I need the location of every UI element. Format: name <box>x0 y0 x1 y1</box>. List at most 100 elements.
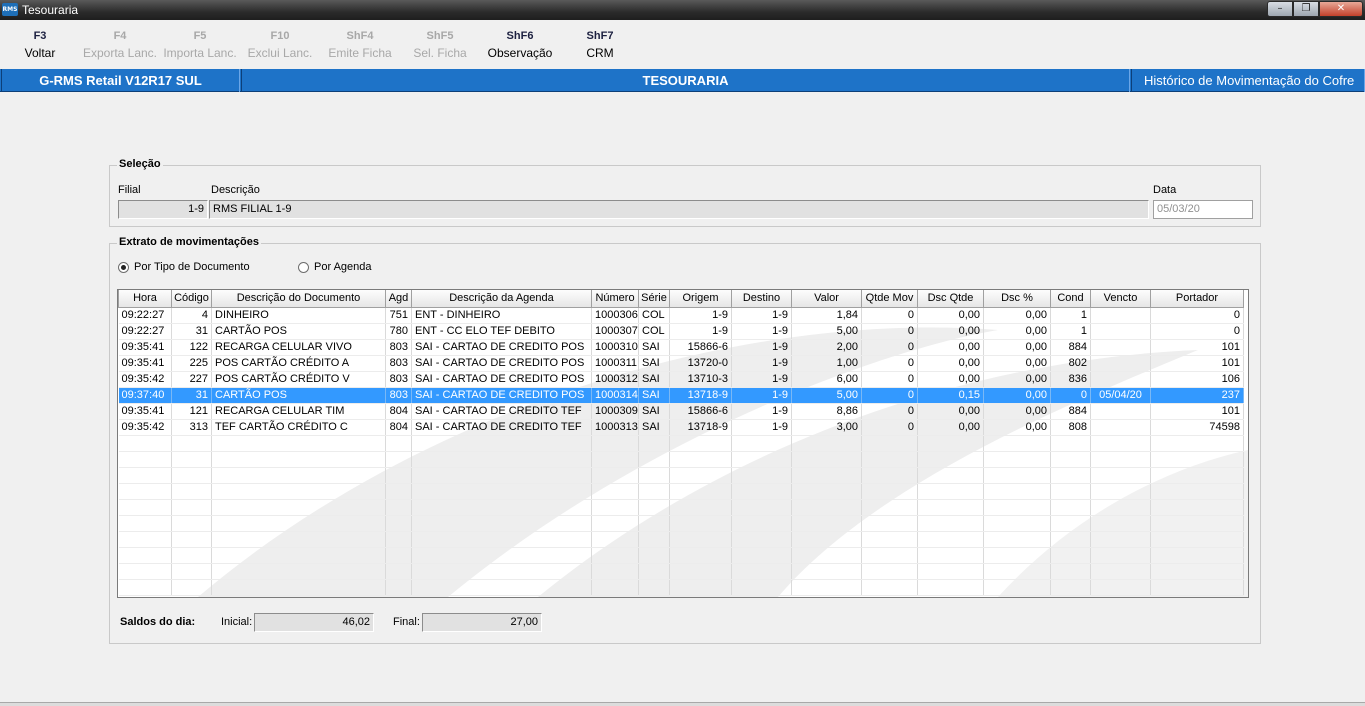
empty-cell <box>591 563 639 580</box>
maximize-button[interactable]: ❐ <box>1293 1 1319 17</box>
empty-cell <box>983 467 1051 484</box>
table-cell: 0 <box>1150 323 1244 340</box>
table-cell: SAI - CARTAO DE CREDITO TEF <box>411 403 592 420</box>
empty-cell <box>669 435 732 452</box>
table-cell: 101 <box>1150 355 1244 372</box>
table-cell: 1000307 <box>591 323 639 340</box>
table-cell: 106 <box>1150 371 1244 388</box>
data-field[interactable]: 05/03/20 <box>1153 200 1253 219</box>
empty-cell <box>638 531 670 548</box>
empty-cell <box>917 467 984 484</box>
table-row[interactable]: 09:35:41 225 POS CARTÃO CRÉDITO A 803 SAI - … <box>118 355 1244 372</box>
empty-cell <box>638 547 670 564</box>
table-row[interactable]: 09:22:27 31 CARTÃO POS 780 ENT - CC ELO TEF … <box>118 323 1244 340</box>
column-header[interactable]: Hora <box>118 290 172 308</box>
table-cell: 225 <box>171 355 212 372</box>
empty-cell <box>917 563 984 580</box>
empty-cell <box>669 531 732 548</box>
empty-cell <box>638 483 670 500</box>
column-header[interactable]: Número <box>591 290 639 308</box>
empty-cell <box>1050 435 1091 452</box>
fkey-f10-button[interactable]: F10 Exclui Lanc. <box>240 28 320 68</box>
table-row[interactable]: 09:35:41 122 RECARGA CELULAR VIVO 803 SAI - … <box>118 339 1244 356</box>
saldo-inicial-field[interactable]: 46,02 <box>254 613 374 632</box>
radio-por-agenda[interactable]: Por Agenda <box>298 261 372 273</box>
empty-cell <box>861 499 918 516</box>
fkey-shf4-button[interactable]: ShF4 Emite Ficha <box>320 28 400 68</box>
column-header[interactable]: Qtde Mov <box>861 290 918 308</box>
minimize-button[interactable]: – <box>1267 1 1293 17</box>
column-header[interactable]: Origem <box>669 290 732 308</box>
table-cell: 1000311 <box>591 355 639 372</box>
table-row[interactable]: 09:35:41 121 RECARGA CELULAR TIM 804 SAI - C… <box>118 403 1244 420</box>
empty-cell <box>211 531 386 548</box>
saldo-final-field[interactable]: 27,00 <box>422 613 542 632</box>
empty-cell <box>211 435 386 452</box>
fkey-f4-button[interactable]: F4 Exporta Lanc. <box>80 28 160 68</box>
empty-cell <box>118 499 172 516</box>
empty-cell <box>385 547 412 564</box>
table-row[interactable]: 09:22:27 4 DINHEIRO 751 ENT - DINHEIRO 100030… <box>118 307 1244 324</box>
column-header[interactable]: Destino <box>731 290 792 308</box>
empty-cell <box>983 483 1051 500</box>
table-cell: 0,00 <box>917 323 984 340</box>
table-cell: 0,00 <box>983 387 1051 404</box>
empty-cell <box>669 483 732 500</box>
fkey-shf6-button[interactable]: ShF6 Observação <box>480 28 560 68</box>
close-button[interactable]: ✕ <box>1319 1 1363 17</box>
column-header[interactable]: Agd <box>385 290 412 308</box>
column-header[interactable]: Cond <box>1050 290 1091 308</box>
column-header[interactable]: Código <box>171 290 212 308</box>
descricao-field[interactable]: RMS FILIAL 1-9 <box>209 200 1149 219</box>
column-header[interactable]: Série <box>638 290 670 308</box>
empty-cell <box>1150 435 1244 452</box>
fkey-f3-button[interactable]: F3 Voltar <box>0 28 80 68</box>
table-row[interactable]: 09:37:40 31 CARTÃO POS 803 SAI - CARTAO DE C… <box>118 387 1244 404</box>
table-cell: RECARGA CELULAR TIM <box>211 403 386 420</box>
saldos-label: Saldos do dia: <box>120 616 196 628</box>
column-header[interactable]: Descrição do Documento <box>211 290 386 308</box>
table-cell: 1 <box>1050 307 1091 324</box>
empty-cell <box>411 579 592 596</box>
table-cell: SAI - CARTAO DE CREDITO POS <box>411 355 592 372</box>
table-cell <box>1090 371 1151 388</box>
table-cell: 0,00 <box>917 355 984 372</box>
fkey-label: Emite Ficha <box>328 46 392 60</box>
table-row[interactable]: 09:35:42 313 TEF CARTÃO CRÉDITO C 804 SAI - … <box>118 419 1244 436</box>
radio-dot-selected <box>118 261 129 273</box>
table-cell: 09:35:42 <box>118 419 172 436</box>
column-header[interactable]: Descrição da Agenda <box>411 290 592 308</box>
empty-cell <box>411 467 592 484</box>
column-header[interactable]: Dsc % <box>983 290 1051 308</box>
filial-field[interactable]: 1-9 <box>118 200 208 219</box>
fkey-f5-button[interactable]: F5 Importa Lanc. <box>160 28 240 68</box>
column-header[interactable]: Vencto <box>1090 290 1151 308</box>
table-cell: 1-9 <box>731 355 792 372</box>
fkey-label: Exporta Lanc. <box>82 46 158 60</box>
table-cell: 09:35:41 <box>118 355 172 372</box>
fkey-shortcut: ShF6 <box>506 30 534 42</box>
movimentacoes-grid[interactable]: Hora Código Descrição do Documento Agd Descr… <box>117 289 1249 598</box>
empty-cell <box>791 483 862 500</box>
empty-cell <box>917 531 984 548</box>
column-header[interactable]: Dsc Qtde <box>917 290 984 308</box>
empty-cell <box>411 499 592 516</box>
window-title: Tesouraria <box>22 3 79 17</box>
fkey-shf5-button[interactable]: ShF5 Sel. Ficha <box>400 28 480 68</box>
empty-cell <box>1150 451 1244 468</box>
table-cell: SAI - CARTAO DE CREDITO TEF <box>411 419 592 436</box>
empty-row <box>118 547 1244 564</box>
empty-cell <box>591 451 639 468</box>
table-cell: 1,00 <box>791 355 862 372</box>
empty-cell <box>1090 451 1151 468</box>
table-cell: 1,84 <box>791 307 862 324</box>
column-header[interactable]: Portador <box>1150 290 1244 308</box>
radio-por-tipo-documento[interactable]: Por Tipo de Documento <box>118 261 250 273</box>
table-row[interactable]: 09:35:42 227 POS CARTÃO CRÉDITO V 803 SAI - … <box>118 371 1244 388</box>
table-cell <box>1090 419 1151 436</box>
fkey-shf7-button[interactable]: ShF7 CRM <box>560 28 640 68</box>
fkey-shortcut: F10 <box>270 30 290 42</box>
empty-cell <box>411 483 592 500</box>
empty-cell <box>591 515 639 532</box>
column-header[interactable]: Valor <box>791 290 862 308</box>
